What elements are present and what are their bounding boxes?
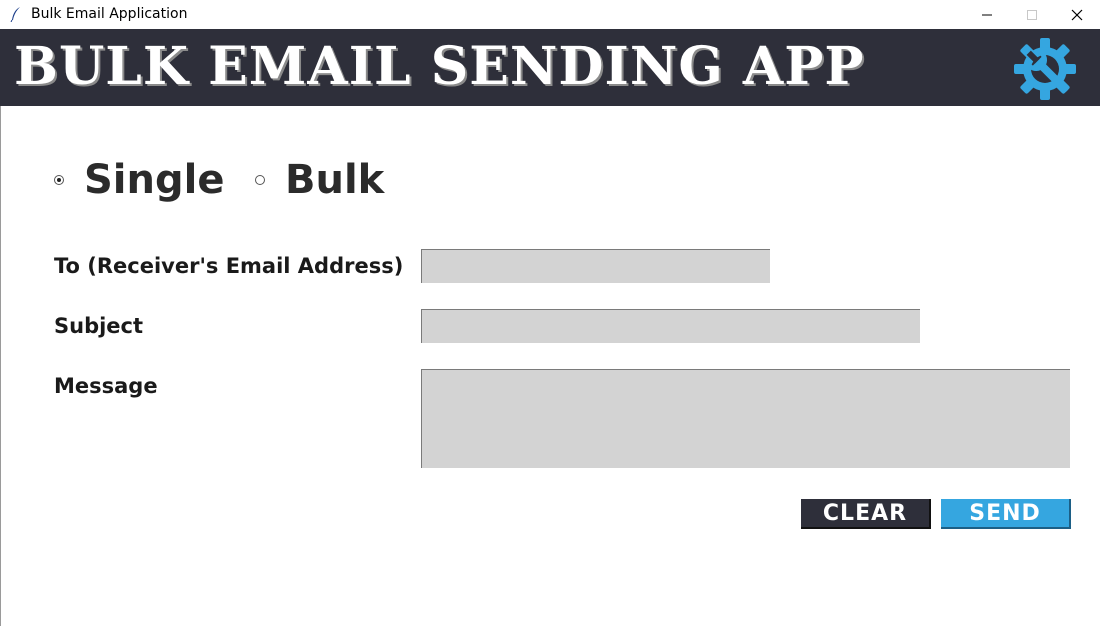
- to-label: To (Receiver's Email Address): [54, 254, 404, 278]
- app-header: BULK EMAIL SENDING APP: [0, 29, 1100, 106]
- to-email-input[interactable]: [421, 249, 770, 283]
- radio-bulk[interactable]: Bulk: [255, 160, 384, 200]
- radio-button-unchecked-icon[interactable]: [255, 175, 265, 185]
- minimize-button[interactable]: [964, 0, 1009, 29]
- message-textarea[interactable]: [421, 369, 1070, 468]
- radio-button-checked-icon[interactable]: [54, 175, 64, 185]
- close-button[interactable]: [1054, 0, 1099, 29]
- clear-button[interactable]: CLEAR: [801, 499, 931, 529]
- maximize-icon: [1026, 9, 1037, 20]
- maximize-button[interactable]: [1009, 0, 1054, 29]
- window-title: Bulk Email Application: [31, 6, 188, 22]
- radio-single[interactable]: Single: [54, 160, 224, 200]
- subject-label: Subject: [54, 314, 144, 338]
- send-button[interactable]: SEND: [941, 499, 1071, 529]
- close-icon: [1071, 9, 1082, 20]
- window-border: [0, 106, 1, 626]
- minimize-icon: [981, 14, 992, 15]
- gear-wrench-icon[interactable]: [1012, 36, 1078, 102]
- feather-icon: [10, 7, 20, 22]
- subject-input[interactable]: [421, 309, 920, 343]
- radio-bulk-label: Bulk: [285, 157, 385, 203]
- radio-single-label: Single: [84, 157, 225, 203]
- app-title: BULK EMAIL SENDING APP: [14, 36, 865, 97]
- window-titlebar: Bulk Email Application: [0, 0, 1100, 29]
- message-label: Message: [54, 374, 158, 398]
